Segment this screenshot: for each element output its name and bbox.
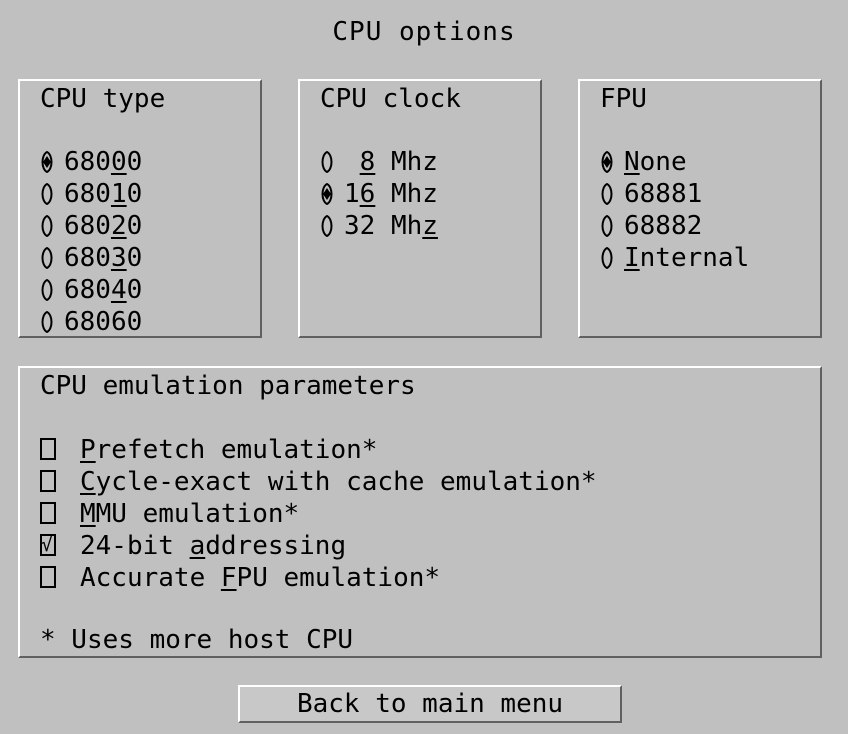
option-label: 68000 (64, 146, 142, 178)
label-hotkey: 1 (110, 179, 127, 209)
label-text: PU emulation* (236, 563, 441, 593)
label-text: 0 (126, 275, 143, 305)
label-text: nternal (639, 243, 750, 273)
label-text: 0 (126, 243, 143, 273)
option-label: Accurate FPU emulation* (80, 562, 440, 594)
radio-unselected-icon[interactable] (318, 215, 336, 237)
radio-unselected-icon[interactable] (318, 151, 336, 173)
option-label: None (624, 146, 687, 178)
option-label: Internal (624, 242, 749, 274)
radio-selected-icon[interactable] (38, 151, 56, 173)
cpu-clock-title: CPU clock (320, 84, 461, 114)
option-label: 16 Mhz (344, 178, 438, 210)
label-text: ddressing (205, 531, 347, 561)
fpu-group: FPU None 68881 68882 Internal (578, 79, 822, 338)
label-text: 0 (126, 179, 143, 209)
label-hotkey: N (624, 147, 640, 177)
label-text: 680 (64, 211, 111, 241)
label-hotkey: C (80, 467, 96, 497)
label-text: 24-bit (80, 531, 190, 561)
label-hotkey: z (422, 211, 438, 241)
radio-unselected-icon[interactable] (598, 215, 616, 237)
label-text: Mhz (375, 179, 438, 209)
label-text: 68882 (624, 211, 703, 241)
radio-unselected-icon[interactable] (38, 311, 56, 333)
label-hotkey: 3 (110, 243, 127, 273)
option-label: 32 Mhz (344, 210, 438, 242)
label-text: 68060 (64, 307, 143, 337)
label-hotkey: a (189, 531, 206, 561)
option-label: 68010 (64, 178, 142, 210)
option-label: Prefetch emulation* (80, 434, 377, 466)
radio-unselected-icon[interactable] (38, 247, 56, 269)
option-label: 68882 (624, 210, 702, 242)
emulation-group: CPU emulation parameters Prefetch emulat… (18, 366, 822, 658)
option-label: 68030 (64, 242, 142, 274)
cpu-type-group: CPU type 68000 68010 68020 68030 68040 68060 (18, 79, 262, 338)
option-label: 24-bit addressing (80, 530, 346, 562)
radio-selected-icon[interactable] (598, 151, 616, 173)
cpu-clock-group: CPU clock 8 Mhz 16 Mhz 32 Mhz (298, 79, 542, 338)
label-text: 32 Mh (344, 211, 423, 241)
checkbox-unchecked-icon[interactable] (40, 470, 56, 492)
option-label: 8 Mhz (344, 146, 438, 178)
label-text: MU emulation* (95, 499, 300, 529)
label-text: one (639, 147, 687, 177)
label-hotkey: M (80, 499, 96, 529)
label-text: 1 (344, 179, 360, 209)
fpu-title: FPU (600, 84, 647, 114)
label-hotkey: F (220, 563, 237, 593)
checkbox-checked-icon[interactable]: √ (40, 532, 56, 556)
label-text: 680 (64, 275, 111, 305)
back-to-main-menu-button[interactable]: Back to main menu (238, 685, 622, 723)
host-cpu-note: * Uses more host CPU (40, 625, 354, 655)
checkbox-unchecked-icon[interactable] (40, 502, 56, 524)
label-hotkey: 6 (359, 179, 376, 209)
label-hotkey: 8 (359, 147, 376, 177)
label-text: Mhz (375, 147, 438, 177)
label-text: 68881 (624, 179, 703, 209)
window-title: CPU options (332, 17, 516, 47)
label-hotkey: 0 (110, 147, 127, 177)
option-label: Cycle-exact with cache emulation* (80, 466, 597, 498)
option-label: 68040 (64, 274, 142, 306)
checkbox-unchecked-icon[interactable] (40, 438, 56, 460)
label-hotkey: 2 (110, 211, 127, 241)
radio-unselected-icon[interactable] (38, 215, 56, 237)
checkmark-icon: √ (41, 532, 54, 556)
radio-selected-icon[interactable] (318, 183, 336, 205)
checkbox-unchecked-icon[interactable] (40, 566, 56, 588)
emulation-title: CPU emulation parameters (40, 371, 416, 401)
label-text: 0 (126, 147, 143, 177)
radio-unselected-icon[interactable] (598, 183, 616, 205)
label-hotkey: P (80, 435, 96, 465)
radio-unselected-icon[interactable] (38, 183, 56, 205)
label-text: 680 (64, 179, 111, 209)
label-text: Accurate (80, 563, 221, 593)
label-text: ycle-exact with cache emulation* (95, 467, 597, 497)
radio-unselected-icon[interactable] (38, 279, 56, 301)
label-text (344, 147, 360, 177)
option-label: MMU emulation* (80, 498, 299, 530)
label-text: refetch emulation* (95, 435, 378, 465)
cpu-type-title: CPU type (40, 84, 166, 114)
option-label: 68881 (624, 178, 702, 210)
label-text: 680 (64, 147, 111, 177)
option-label: 68060 (64, 306, 142, 338)
label-hotkey: I (624, 243, 640, 273)
radio-unselected-icon[interactable] (598, 247, 616, 269)
option-label: 68020 (64, 210, 142, 242)
label-text: 680 (64, 243, 111, 273)
label-text: 0 (126, 211, 143, 241)
label-hotkey: 4 (110, 275, 127, 305)
